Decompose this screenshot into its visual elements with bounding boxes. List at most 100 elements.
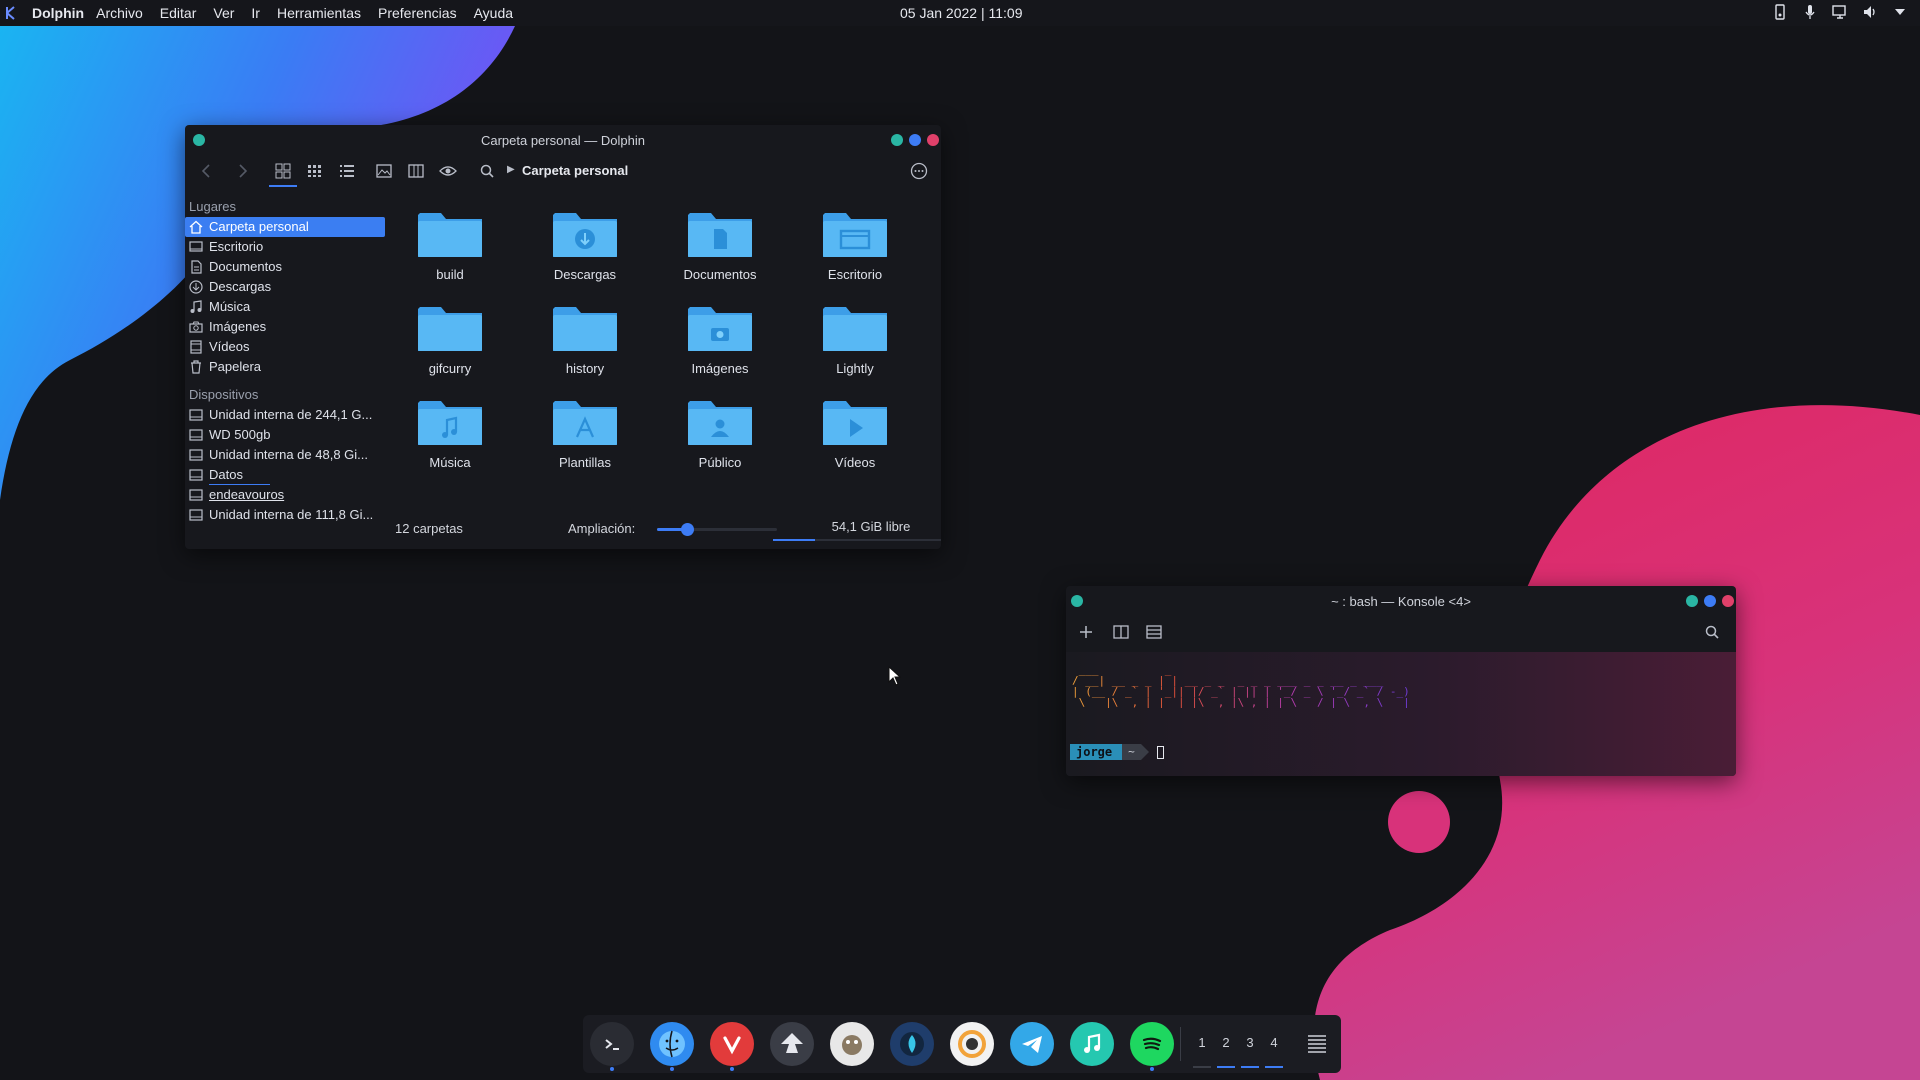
disk-usage-launcher[interactable]	[950, 1022, 994, 1066]
minimize-button[interactable]	[1686, 595, 1698, 607]
inkscape-launcher[interactable]	[770, 1022, 814, 1066]
finder-launcher[interactable]	[650, 1022, 694, 1066]
terminal-launcher[interactable]	[590, 1022, 634, 1066]
minimize-button[interactable]	[891, 134, 903, 146]
maximize-button[interactable]	[1704, 595, 1716, 607]
kde-logo-icon[interactable]	[4, 4, 22, 22]
window-menu-dot[interactable]	[1071, 595, 1083, 607]
folder-item[interactable]: history	[530, 301, 640, 391]
place-carpeta-personal[interactable]: Carpeta personal	[185, 217, 385, 237]
folder-item[interactable]: Imágenes	[665, 301, 775, 391]
compact-view-button[interactable]	[305, 161, 325, 181]
menu-archivo[interactable]: Archivo	[96, 5, 143, 21]
microphone-icon[interactable]	[1802, 4, 1818, 20]
camera-icon	[189, 320, 203, 334]
preview-icon[interactable]	[374, 161, 394, 181]
menu-more-icon[interactable]	[909, 161, 929, 181]
place-documentos[interactable]: Documentos	[185, 257, 390, 277]
details-view-button[interactable]	[337, 161, 357, 181]
folder-label: Imágenes	[691, 361, 749, 376]
place-label: Carpeta personal	[209, 219, 309, 234]
free-space-bar	[773, 539, 941, 541]
drive-icon	[189, 428, 203, 442]
device-unidad-111[interactable]: Unidad interna de 111,8 Gi...	[185, 505, 390, 525]
menu-ver[interactable]: Ver	[213, 5, 234, 21]
disk-usage-icon	[958, 1030, 986, 1058]
new-tab-plus-icon[interactable]	[1076, 622, 1096, 642]
dolphin-titlebar[interactable]: Carpeta personal — Dolphin	[185, 125, 941, 155]
krita-icon	[900, 1032, 924, 1056]
device-endeavouros[interactable]: endeavouros	[185, 485, 390, 505]
folder-item[interactable]: Lightly	[800, 301, 910, 391]
menu-lines-icon[interactable]	[1305, 1031, 1329, 1055]
split-horizontal-icon[interactable]	[1111, 622, 1131, 642]
free-space-label[interactable]: 54,1 GiB libre	[786, 519, 956, 534]
konsole-titlebar[interactable]: ~ : bash — Konsole <4>	[1066, 586, 1736, 616]
place-descargas[interactable]: Descargas	[185, 277, 390, 297]
place-imagenes[interactable]: Imágenes	[185, 317, 390, 337]
hidden-files-eye-icon[interactable]	[438, 161, 458, 181]
virtual-desktop-1[interactable]: 1	[1193, 1035, 1211, 1050]
back-button[interactable]	[197, 161, 217, 181]
split-vertical-icon[interactable]	[1144, 622, 1164, 642]
virtual-desktop-4[interactable]: 4	[1265, 1035, 1283, 1050]
zoom-slider-handle[interactable]	[681, 523, 694, 536]
search-icon[interactable]	[1702, 622, 1722, 642]
terminal-area[interactable]: ___ _ / __| __ _ _ | | __ _ _ _ _ _ ___ …	[1066, 652, 1736, 776]
window-title: Carpeta personal — Dolphin	[480, 132, 646, 148]
maximize-button[interactable]	[909, 134, 921, 146]
dolphin-toolbar: ▶ Carpeta personal	[185, 155, 941, 187]
breadcrumb[interactable]: Carpeta personal	[522, 163, 628, 178]
folder-item[interactable]: Plantillas	[530, 395, 640, 485]
menu-preferencias[interactable]: Preferencias	[378, 5, 457, 21]
place-label: Música	[209, 299, 251, 314]
telegram-launcher[interactable]	[1010, 1022, 1054, 1066]
menu-ayuda[interactable]: Ayuda	[474, 5, 513, 21]
document-icon	[189, 260, 203, 274]
storage-icon[interactable]	[1772, 4, 1788, 20]
forward-button[interactable]	[232, 161, 252, 181]
folder-item[interactable]: Vídeos	[800, 395, 910, 485]
virtual-desktop-3[interactable]: 3	[1241, 1035, 1259, 1050]
device-label: Unidad interna de 111,8 Gi...	[209, 507, 374, 522]
folder-item[interactable]: Descargas	[530, 207, 640, 297]
folder-item[interactable]: Escritorio	[800, 207, 910, 297]
icons-view-button[interactable]	[273, 161, 293, 181]
zoom-slider[interactable]	[657, 523, 777, 536]
search-icon[interactable]	[477, 161, 497, 181]
device-datos[interactable]: Datos	[185, 465, 390, 485]
place-musica[interactable]: Música	[185, 297, 390, 317]
device-unidad-244[interactable]: Unidad interna de 244,1 G...	[185, 405, 390, 425]
clock[interactable]: 05 Jan 2022 | 11:09	[900, 5, 1022, 21]
split-view-icon[interactable]	[406, 161, 426, 181]
music-launcher[interactable]	[1070, 1022, 1114, 1066]
close-button[interactable]	[1722, 595, 1734, 607]
close-button[interactable]	[927, 134, 939, 146]
folder-item[interactable]: build	[395, 207, 505, 297]
vivaldi-launcher[interactable]	[710, 1022, 754, 1066]
gimp-launcher[interactable]	[830, 1022, 874, 1066]
place-videos[interactable]: Vídeos	[185, 337, 390, 357]
network-icon[interactable]	[1832, 4, 1848, 20]
window-menu-dot[interactable]	[193, 134, 205, 146]
menu-ir[interactable]: Ir	[251, 5, 260, 21]
device-unidad-48[interactable]: Unidad interna de 48,8 Gi...	[185, 445, 390, 465]
dolphin-window: Carpeta personal — Dolphin ▶ Carpeta per…	[185, 125, 941, 549]
arrow-down-icon[interactable]	[1892, 4, 1908, 20]
device-wd-500gb[interactable]: WD 500gb	[185, 425, 390, 445]
krita-launcher[interactable]	[890, 1022, 934, 1066]
folder-item[interactable]: Público	[665, 395, 775, 485]
menu-editar[interactable]: Editar	[160, 5, 197, 21]
spotify-launcher[interactable]	[1130, 1022, 1174, 1066]
mouse-pointer-icon	[888, 666, 902, 686]
folder-item[interactable]: Documentos	[665, 207, 775, 297]
menu-herramientas[interactable]: Herramientas	[277, 5, 361, 21]
place-label: Vídeos	[209, 339, 250, 354]
place-papelera[interactable]: Papelera	[185, 357, 390, 377]
volume-icon[interactable]	[1862, 4, 1878, 20]
place-escritorio[interactable]: Escritorio	[185, 237, 390, 257]
virtual-desktop-2[interactable]: 2	[1217, 1035, 1235, 1050]
dock: 1 2 3 4	[583, 1015, 1341, 1073]
folder-item[interactable]: Música	[395, 395, 505, 485]
folder-item[interactable]: gifcurry	[395, 301, 505, 391]
